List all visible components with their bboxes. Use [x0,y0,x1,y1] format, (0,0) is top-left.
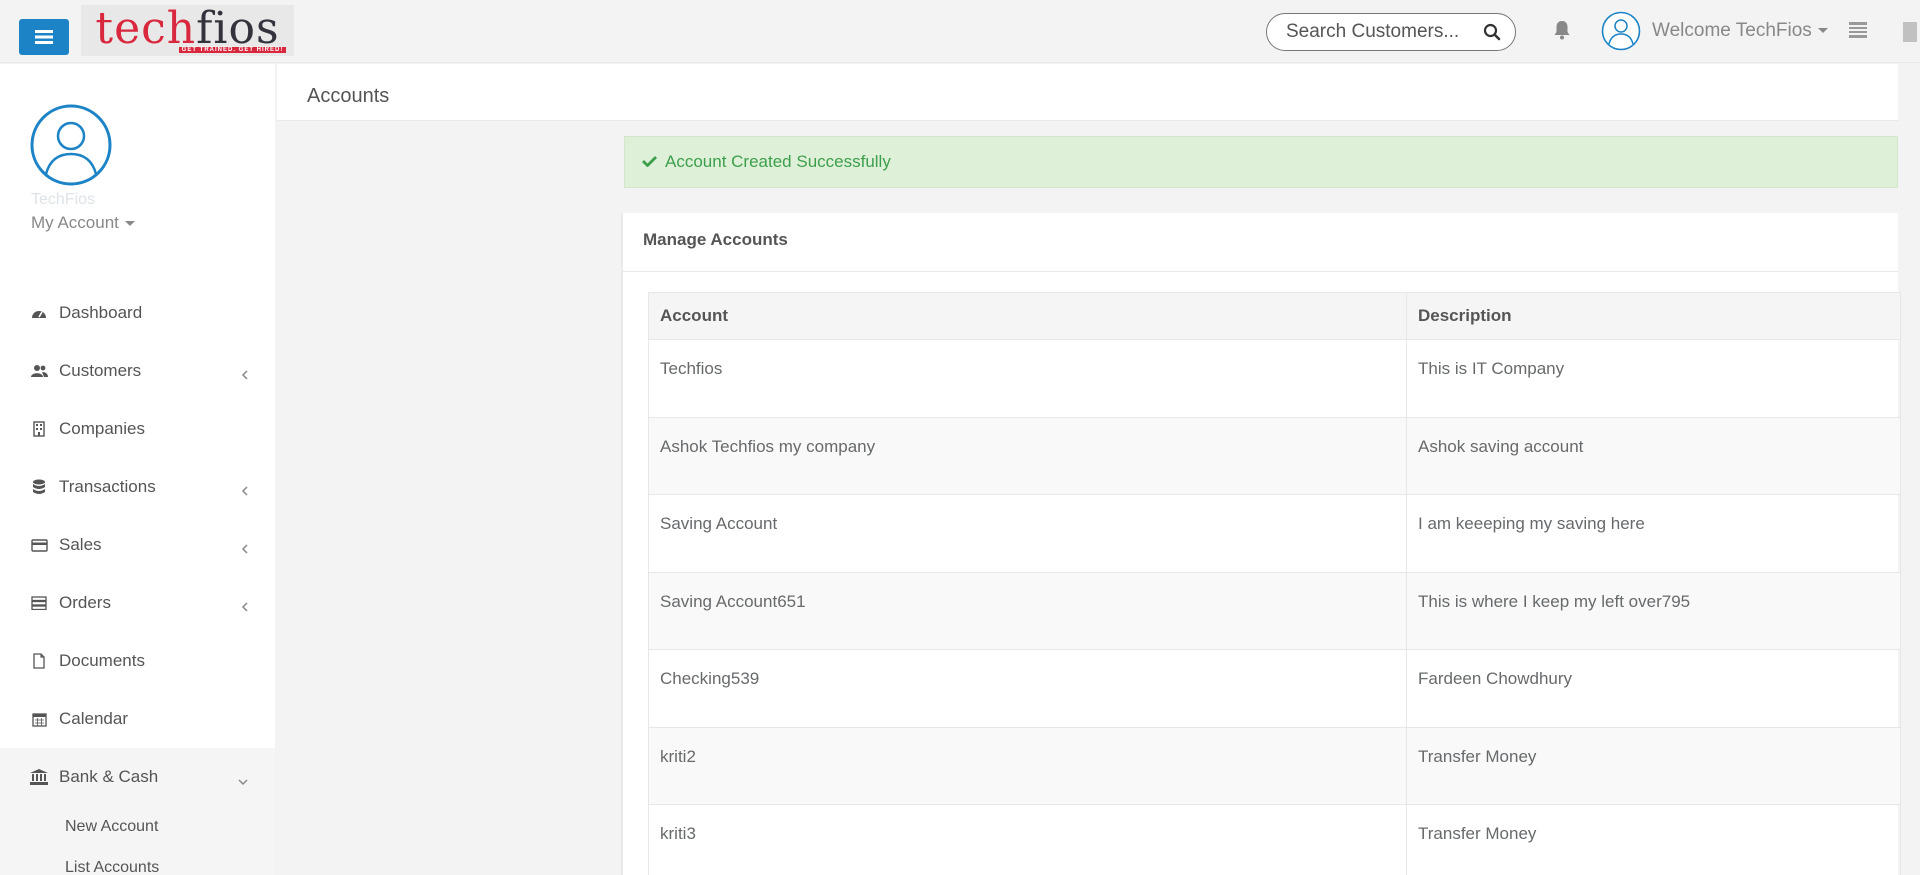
sidebar-subitem-list-accounts[interactable]: List Accounts [0,847,275,875]
account-cell: Techfios [648,339,1407,418]
table-row: Checking539 Fardeen Chowdhury [648,649,1901,728]
search-icon[interactable] [1483,23,1501,46]
sidebar-item-label: Companies [59,419,145,438]
sidebar-item-companies[interactable]: Companies [0,400,275,458]
my-account-label: My Account [31,213,119,232]
manage-accounts-panel: Manage Accounts Account Description Tech… [621,213,1901,875]
account-cell: Saving Account [648,494,1407,573]
sidebar-item-label: Bank & Cash [59,767,159,786]
sidebar-item-transactions[interactable]: Transactions [0,458,275,516]
top-navbar: techfios GET TRAINED. GET HIRED! Welcome… [0,0,1920,63]
chevron-down-icon [1817,28,1828,34]
users-icon [30,362,48,380]
sidebar-item-label: Transactions [59,477,156,496]
table-row: kriti3 Transfer Money [648,804,1901,875]
sidebar-item-label: Documents [59,651,145,670]
user-avatar-icon[interactable] [1601,11,1641,51]
sidebar-item-label: Calendar [59,709,128,728]
sidebar-item-label: Orders [59,593,111,612]
profile-name: TechFios [31,191,96,208]
sidebar-item-label: Sales [59,535,102,554]
description-cell: Ashok saving account [1406,416,1901,495]
sidebar: TechFios My Account Dashboard Customers … [0,64,275,875]
sidebar-item-label: Customers [59,361,142,380]
sidebar-item-orders[interactable]: Orders [0,574,275,632]
search-box [1266,13,1516,51]
chevron-down-icon [124,221,135,227]
account-cell: Checking539 [648,649,1407,728]
check-icon [642,152,657,172]
description-cell: This is IT Company [1406,339,1901,418]
sidebar-item-calendar[interactable]: Calendar [0,690,275,748]
sidebar-item-bank-cash[interactable]: Bank & Cash [0,748,275,806]
search-input[interactable] [1286,21,1476,43]
accounts-table: Account Description Techfios This is IT … [648,292,1901,875]
alert-message: Account Created Successfully [665,152,891,171]
logo-tagline: GET TRAINED. GET HIRED! [178,46,287,53]
menu-icon [35,30,53,44]
right-sidebar-toggle-icon[interactable] [1849,22,1867,43]
table-header-row: Account Description [648,292,1901,340]
chevron-left-icon [241,539,248,559]
page-title: Accounts [307,85,390,107]
account-cell: kriti2 [648,726,1407,805]
sidebar-item-sales[interactable]: Sales [0,516,275,574]
table-row: kriti2 Transfer Money [648,726,1901,805]
description-cell: I am keeeping my saving here [1406,494,1901,573]
panel-title: Manage Accounts [623,213,1898,272]
accounts-table-wrapper: Account Description Techfios This is IT … [648,292,1901,875]
server-icon [30,594,48,612]
sidebar-item-customers[interactable]: Customers [0,342,275,400]
sidebar-toggle-button[interactable] [19,19,69,55]
table-row: Saving Account651 This is where I keep m… [648,571,1901,650]
sidebar-nav: Dashboard Customers Companies Transactio… [0,284,275,875]
dashboard-icon [30,304,48,322]
sidebar-item-dashboard[interactable]: Dashboard [0,284,275,342]
table-row: Techfios This is IT Company [648,339,1901,418]
building-icon [30,420,48,438]
column-header-account[interactable]: Account [648,292,1407,340]
database-icon [30,478,48,496]
description-cell: Fardeen Chowdhury [1406,649,1901,728]
chevron-left-icon [241,365,248,385]
account-cell: kriti3 [648,804,1407,875]
table-row: Saving Account I am keeeping my saving h… [648,494,1901,573]
techfios-logo[interactable]: techfios GET TRAINED. GET HIRED! [81,5,294,56]
bell-icon[interactable] [1553,20,1571,45]
column-header-description[interactable]: Description [1406,292,1901,340]
table-row: Ashok Techfios my company Ashok saving a… [648,416,1901,495]
my-account-dropdown[interactable]: My Account [31,213,135,233]
welcome-user-dropdown[interactable]: Welcome TechFios [1652,20,1828,42]
account-cell: Ashok Techfios my company [648,416,1407,495]
page-header: Accounts [277,64,1898,121]
profile-avatar-icon[interactable] [30,104,112,186]
bank-icon [30,768,48,786]
description-cell: Transfer Money [1406,726,1901,805]
account-cell: Saving Account651 [648,571,1407,650]
chevron-left-icon [241,481,248,501]
credit-card-icon [30,536,48,554]
sidebar-item-documents[interactable]: Documents [0,632,275,690]
file-icon [30,652,48,670]
chevron-down-icon [238,771,248,791]
calendar-icon [30,710,48,728]
sidebar-item-label: Dashboard [59,303,143,322]
success-alert: Account Created Successfully [624,136,1898,188]
welcome-text: Welcome TechFios [1652,20,1812,41]
description-cell: This is where I keep my left over795 [1406,571,1901,650]
scrollbar-thumb[interactable] [1903,22,1917,42]
description-cell: Transfer Money [1406,804,1901,875]
bank-cash-submenu: New Account List Accounts [0,806,275,875]
sidebar-subitem-new-account[interactable]: New Account [0,806,275,847]
chevron-left-icon [241,597,248,617]
